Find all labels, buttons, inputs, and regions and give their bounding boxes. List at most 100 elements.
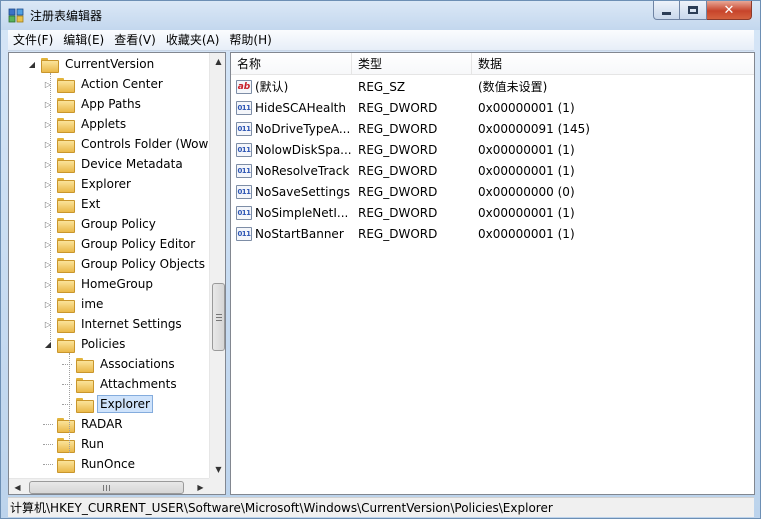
scroll-up-arrow[interactable]: ▲ (210, 53, 225, 70)
tree-item[interactable]: Attachments (62, 374, 180, 394)
tree-item-label: Action Center (81, 77, 163, 91)
tree-item[interactable]: ▷ Action Center (43, 74, 166, 94)
value-row[interactable]: 011 NolowDiskSpa... REG_DWORD 0x00000001 (1… (231, 140, 754, 161)
tree-item[interactable]: RADAR (43, 414, 126, 434)
value-row[interactable]: 011 HideSCAHealth REG_DWORD 0x00000001 (1) (231, 98, 754, 119)
tree-item[interactable]: RunOnce (43, 454, 138, 474)
expanded-arrow-icon[interactable]: ◢ (27, 59, 37, 69)
value-row[interactable]: 011 NoSaveSettings REG_DWORD 0x00000000 (0) (231, 182, 754, 203)
values-list-pane[interactable]: 名称 类型 数据 ab (默认) REG_SZ (数值未设置) 011 HideSCAHe… (230, 52, 755, 495)
tree-item-label: Applets (81, 117, 127, 131)
menu-file[interactable]: 文件(F) (8, 30, 58, 51)
key-tree-pane[interactable]: ◢ CurrentVersion ▷ Action Center ▷ App Paths ▷… (8, 52, 226, 495)
collapsed-arrow-icon[interactable]: ▷ (43, 319, 53, 329)
value-row[interactable]: 011 NoSimpleNetI... REG_DWORD 0x00000001 (1… (231, 203, 754, 224)
close-icon: ✕ (723, 2, 735, 18)
value-row[interactable]: 011 NoStartBanner REG_DWORD 0x00000001 (1) (231, 224, 754, 245)
folder-icon (57, 337, 75, 353)
collapsed-arrow-icon[interactable]: ▷ (43, 279, 53, 289)
minimize-button[interactable] (653, 1, 680, 20)
binary-value-icon: 011 (236, 185, 252, 199)
tree-item[interactable]: ▷ Group Policy Objects (43, 254, 208, 274)
maximize-button[interactable] (680, 1, 707, 20)
tree-item-label: CurrentVersion (65, 57, 155, 71)
folder-icon (57, 237, 75, 253)
scrollbar-corner (209, 478, 225, 494)
tree-item-label: Run (81, 437, 105, 451)
binary-value-icon: 011 (236, 227, 252, 241)
menu-help[interactable]: 帮助(H) (224, 30, 276, 51)
tree-item[interactable]: ◢ Policies (43, 334, 128, 354)
caption-buttons: ✕ (653, 1, 752, 20)
scroll-right-arrow[interactable]: ▶ (192, 479, 209, 494)
tree-item-label: HomeGroup (81, 277, 153, 291)
menu-bar: 文件(F) 编辑(E) 查看(V) 收藏夹(A) 帮助(H) (8, 30, 754, 51)
value-type: REG_DWORD (358, 101, 438, 115)
vertical-scroll-thumb[interactable] (212, 283, 225, 351)
collapsed-arrow-icon[interactable]: ▷ (43, 239, 53, 249)
value-row[interactable]: 011 NoDriveTypeA... REG_DWORD 0x00000091 (1… (231, 119, 754, 140)
tree-item[interactable]: ▷ Controls Folder (Wow64) (43, 134, 209, 154)
collapsed-arrow-icon[interactable]: ▷ (43, 99, 53, 109)
folder-icon (57, 157, 75, 173)
title-bar[interactable]: 注册表编辑器 ✕ (1, 1, 760, 30)
menu-view[interactable]: 查看(V) (109, 30, 161, 51)
value-type: REG_DWORD (358, 143, 438, 157)
tree-item[interactable]: ▷ App Paths (43, 94, 144, 114)
tree-item[interactable]: Explorer (62, 394, 153, 414)
collapsed-arrow-icon[interactable]: ▷ (43, 159, 53, 169)
scroll-down-arrow[interactable]: ▼ (210, 461, 225, 478)
column-header-name[interactable]: 名称 (231, 53, 352, 75)
folder-icon (57, 217, 75, 233)
tree-item[interactable]: ◢ CurrentVersion (27, 54, 157, 74)
tree-item[interactable]: ▷ Group Policy (43, 214, 159, 234)
column-header-type[interactable]: 类型 (352, 53, 472, 75)
collapsed-arrow-icon[interactable]: ▷ (43, 299, 53, 309)
tree-item[interactable]: ▷ Ext (43, 194, 103, 214)
scroll-left-arrow[interactable]: ◀ (9, 479, 26, 494)
value-type: REG_SZ (358, 80, 406, 94)
tree-vertical-scrollbar[interactable]: ▲ ▼ (209, 53, 225, 478)
value-row[interactable]: 011 NoResolveTrack REG_DWORD 0x00000001 (1) (231, 161, 754, 182)
tree-item-label: Group Policy Objects (81, 257, 206, 271)
folder-icon (57, 117, 75, 133)
value-row[interactable]: ab (默认) REG_SZ (数值未设置) (231, 77, 754, 98)
column-header-data[interactable]: 数据 (472, 53, 754, 75)
collapsed-arrow-icon[interactable]: ▷ (43, 79, 53, 89)
tree-item[interactable]: ▷ HomeGroup (43, 274, 156, 294)
tree-item[interactable]: ▷ Explorer (43, 174, 134, 194)
tree-item[interactable]: ▷ ime (43, 294, 106, 314)
tree-item[interactable]: Associations (62, 354, 178, 374)
value-type: REG_DWORD (358, 185, 438, 199)
collapsed-arrow-icon[interactable]: ▷ (43, 199, 53, 209)
collapsed-arrow-icon[interactable]: ▷ (43, 119, 53, 129)
menu-favorites[interactable]: 收藏夹(A) (161, 30, 225, 51)
maximize-icon (688, 6, 698, 14)
window-title: 注册表编辑器 (30, 9, 103, 23)
tree-item[interactable]: ▷ Internet Settings (43, 314, 185, 334)
folder-icon (57, 97, 75, 113)
collapsed-arrow-icon[interactable]: ▷ (43, 139, 53, 149)
tree-item[interactable]: ▷ Group Policy Editor (43, 234, 198, 254)
folder-icon (57, 257, 75, 273)
expanded-arrow-icon[interactable]: ◢ (43, 339, 53, 349)
menu-edit[interactable]: 编辑(E) (58, 30, 109, 51)
close-button[interactable]: ✕ (707, 1, 752, 20)
list-header: 名称 类型 数据 (231, 53, 754, 75)
collapsed-arrow-icon[interactable]: ▷ (43, 259, 53, 269)
tree-item[interactable]: ▷ Device Metadata (43, 154, 186, 174)
folder-icon (76, 377, 94, 393)
key-tree[interactable]: ◢ CurrentVersion ▷ Action Center ▷ App Paths ▷… (9, 53, 209, 478)
string-value-icon: ab (236, 80, 252, 94)
tree-item[interactable]: Run (43, 434, 107, 454)
collapsed-arrow-icon[interactable]: ▷ (43, 179, 53, 189)
binary-value-icon: 011 (236, 122, 252, 136)
tree-item[interactable]: ▷ Applets (43, 114, 129, 134)
value-data: 0x00000001 (1) (478, 206, 575, 220)
value-data: 0x00000091 (145) (478, 122, 590, 136)
value-type: REG_DWORD (358, 122, 438, 136)
horizontal-scroll-thumb[interactable] (29, 481, 184, 494)
collapsed-arrow-icon[interactable]: ▷ (43, 219, 53, 229)
tree-horizontal-scrollbar[interactable]: ◀ ▶ (9, 478, 209, 494)
value-data: 0x00000001 (1) (478, 227, 575, 241)
